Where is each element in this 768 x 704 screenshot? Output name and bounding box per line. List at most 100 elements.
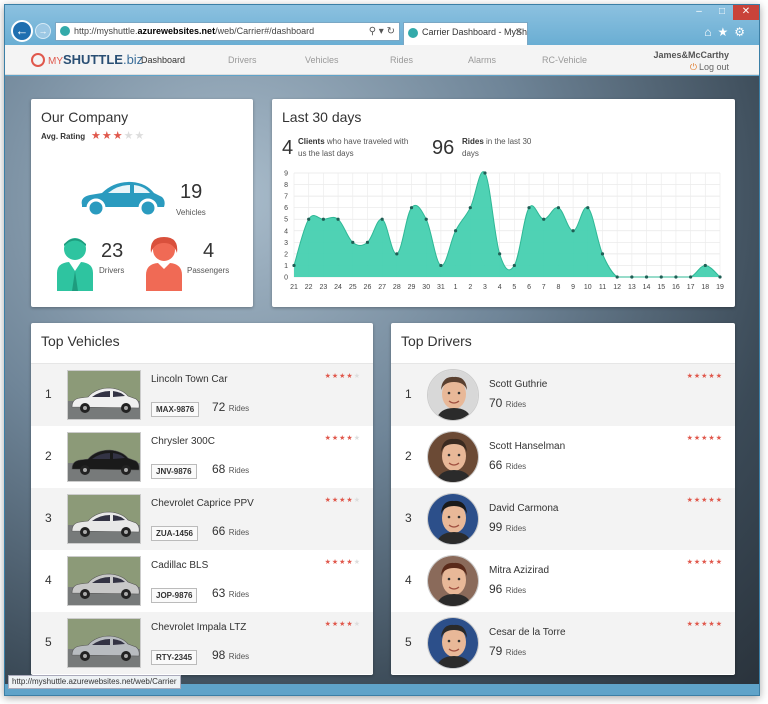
myshuttle-logo[interactable]: MYSHUTTLE.biz	[31, 52, 143, 67]
driver-row[interactable]: 5 Cesar de la Torre 79 Rides ★★★★★	[391, 612, 735, 674]
driver-rank: 1	[405, 387, 412, 401]
nav-alarms[interactable]: Alarms	[468, 55, 496, 65]
top-vehicles-title: Top Vehicles	[41, 333, 120, 349]
tab-close-icon[interactable]: ✕	[515, 23, 523, 42]
vehicle-row[interactable]: 2 Chrysler 300C JNV-9876 68 Rides ★★★★★	[31, 426, 373, 488]
vehicle-name[interactable]: Cadillac BLS	[151, 560, 208, 571]
url-path: /web/Carrier#/dashboard	[215, 26, 315, 36]
x-tick-label: 26	[364, 284, 372, 291]
vehicle-name[interactable]: Lincoln Town Car	[151, 374, 228, 385]
logo-text-bold: SHUTTLE	[63, 52, 123, 67]
driver-icon	[57, 238, 93, 291]
top-drivers-title: Top Drivers	[401, 333, 472, 349]
refresh-icon[interactable]: ↻	[387, 26, 395, 37]
logout-link[interactable]: ⏻ Log out	[690, 62, 729, 73]
x-tick-label: 1	[454, 284, 458, 291]
data-point	[586, 206, 590, 210]
vehicle-row[interactable]: 3 Chevrolet Caprice PPV ZUA-1456 66 Ride…	[31, 488, 373, 550]
driver-name[interactable]: Cesar de la Torre	[489, 627, 566, 638]
data-point	[351, 240, 355, 244]
rides-unit: Rides	[505, 586, 527, 595]
rides-unit: Rides	[505, 400, 527, 409]
data-point	[424, 217, 428, 221]
power-icon: ⏻	[689, 62, 697, 72]
x-tick-label: 11	[599, 284, 606, 291]
vehicle-rides-count: 68	[212, 462, 226, 476]
y-tick-label: 7	[284, 194, 288, 201]
x-tick-label: 5	[512, 284, 516, 291]
x-tick-label: 18	[701, 284, 709, 291]
driver-rides: 79 Rides	[489, 644, 526, 658]
driver-rides: 70 Rides	[489, 396, 526, 410]
window-close-button[interactable]: ✕	[733, 5, 759, 20]
vehicle-rating-stars: ★★★★★	[324, 373, 361, 380]
vehicle-row[interactable]: 1 Lincoln Town Car MAX-9876 72 Rides ★★★…	[31, 364, 373, 426]
vehicle-name[interactable]: Chrysler 300C	[151, 436, 215, 447]
driver-rides-count: 99	[489, 520, 503, 534]
car-icon	[81, 181, 165, 218]
back-button[interactable]: ←	[11, 20, 33, 42]
driver-rides-count: 70	[489, 396, 503, 410]
vehicle-rank: 1	[45, 387, 52, 401]
tab-carrier-dashboard[interactable]: Carrier Dashboard - MyShu... ✕	[403, 22, 528, 45]
driver-rating-stars: ★★★★★	[686, 435, 723, 442]
search-icon[interactable]: ⚲	[369, 26, 376, 37]
nav-vehicles[interactable]: Vehicles	[305, 55, 339, 65]
y-tick-label: 9	[284, 171, 288, 178]
x-tick-label: 4	[498, 284, 502, 291]
x-tick-label: 2	[468, 284, 472, 291]
x-tick-label: 19	[716, 284, 724, 291]
forward-button[interactable]: →	[35, 23, 51, 39]
driver-name[interactable]: Scott Guthrie	[489, 379, 547, 390]
vehicle-row[interactable]: 4 Cadillac BLS JOP-9876 63 Rides ★★★★★	[31, 550, 373, 612]
x-tick-label: 6	[527, 284, 531, 291]
driver-row[interactable]: 4 Mitra Azizirad 96 Rides ★★★★★	[391, 550, 735, 612]
license-plate: RTY-2345	[151, 650, 198, 665]
x-tick-label: 24	[334, 284, 342, 291]
data-point	[292, 263, 296, 268]
driver-rides-count: 66	[489, 458, 503, 472]
driver-row[interactable]: 3 David Carmona 99 Rides ★★★★★	[391, 488, 735, 550]
driver-rating-stars: ★★★★★	[686, 373, 723, 380]
vehicle-rides-count: 72	[212, 400, 226, 414]
x-tick-label: 27	[378, 284, 386, 291]
driver-rank: 5	[405, 635, 412, 649]
data-point	[453, 229, 458, 233]
vehicle-rating-stars: ★★★★★	[324, 497, 361, 504]
drivers-label: Drivers	[99, 266, 125, 275]
favorites-star-icon[interactable]: ★	[717, 25, 734, 39]
driver-rank: 3	[405, 511, 412, 525]
our-company-card: Our Company Avg. Rating ★★★★★ 19 Vehicle…	[31, 99, 253, 307]
x-tick-label: 7	[542, 284, 546, 291]
nav-dashboard[interactable]: Dashboard	[141, 55, 185, 65]
driver-name[interactable]: Mitra Azizirad	[489, 565, 549, 576]
vehicles-label: Vehicles	[176, 208, 206, 217]
nav-rides[interactable]: Rides	[390, 55, 413, 65]
home-icon[interactable]: ⌂	[704, 25, 717, 39]
data-point	[703, 263, 707, 268]
minimize-button[interactable]: –	[687, 5, 711, 20]
vehicle-row[interactable]: 5 Chevrolet Impala LTZ RTY-2345 98 Rides…	[31, 612, 373, 674]
nav-rc-vehicle[interactable]: RC-Vehicle	[542, 55, 587, 65]
driver-row[interactable]: 2 Scott Hanselman 66 Rides ★★★★★	[391, 426, 735, 488]
last-30-days-title: Last 30 days	[282, 109, 362, 125]
driver-rides-count: 79	[489, 644, 503, 658]
vehicle-photo	[67, 556, 141, 606]
maximize-button[interactable]: □	[711, 5, 733, 20]
driver-row[interactable]: 1 Scott Guthrie 70 Rides ★★★★★	[391, 364, 735, 426]
driver-avatar	[427, 617, 479, 669]
x-tick-label: 13	[628, 284, 636, 291]
vehicle-name[interactable]: Chevrolet Impala LTZ	[151, 622, 246, 633]
driver-name[interactable]: Scott Hanselman	[489, 441, 565, 452]
last-30-days-card: Last 30 days 4 Clients who have traveled…	[272, 99, 735, 307]
user-name: James&McCarthy	[653, 50, 729, 60]
nav-drivers[interactable]: Drivers	[228, 55, 257, 65]
address-bar[interactable]: http://myshuttle.azurewebsites.net/web/C…	[55, 22, 400, 41]
rides-unit: Rides	[228, 528, 250, 537]
back-arrow-icon: ←	[15, 23, 29, 38]
vehicle-name[interactable]: Chevrolet Caprice PPV	[151, 498, 254, 509]
rides-unit: Rides	[228, 652, 250, 661]
driver-name[interactable]: David Carmona	[489, 503, 558, 514]
settings-gear-icon[interactable]: ⚙	[734, 25, 751, 39]
status-bar-url: http://myshuttle.azurewebsites.net/web/C…	[8, 675, 181, 689]
